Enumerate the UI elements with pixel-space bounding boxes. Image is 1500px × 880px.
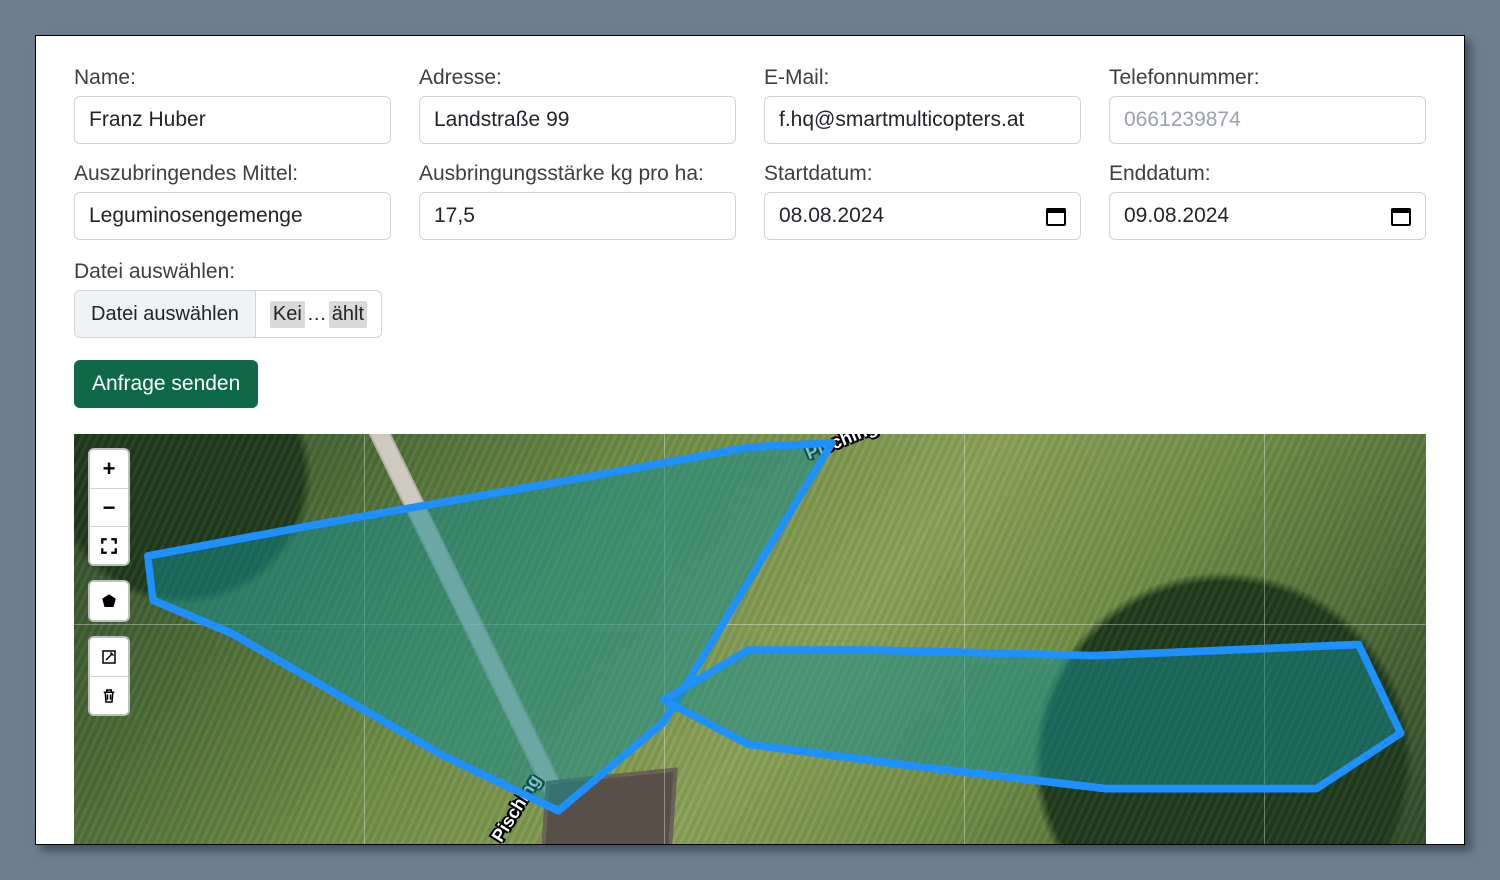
field-address: Adresse: bbox=[419, 66, 736, 144]
label-file: Datei auswählen: bbox=[74, 260, 1426, 284]
delete-button[interactable] bbox=[90, 676, 128, 714]
input-rate[interactable] bbox=[419, 192, 736, 240]
trash-icon bbox=[100, 687, 118, 705]
field-agent: Auszubringendes Mittel: bbox=[74, 162, 391, 240]
field-end-date: Enddatum: 09.08.2024 bbox=[1109, 162, 1426, 240]
label-start-date: Startdatum: bbox=[764, 162, 1081, 186]
minus-icon: − bbox=[103, 495, 116, 521]
label-email: E-Mail: bbox=[764, 66, 1081, 90]
form-card: Name: Adresse: E-Mail: Telefonnummer: Au… bbox=[35, 35, 1465, 845]
file-choose-button[interactable]: Datei auswählen bbox=[75, 291, 256, 337]
calendar-icon bbox=[1046, 206, 1066, 226]
label-address: Adresse: bbox=[419, 66, 736, 90]
input-end-date[interactable]: 09.08.2024 bbox=[1109, 192, 1426, 240]
field-start-date: Startdatum: 08.08.2024 bbox=[764, 162, 1081, 240]
polygon-draw-button[interactable] bbox=[90, 582, 128, 620]
draw-control-group bbox=[88, 580, 130, 622]
input-name[interactable] bbox=[74, 96, 391, 144]
submit-button[interactable]: Anfrage senden bbox=[74, 360, 258, 408]
label-rate: Ausbringungsstärke kg pro ha: bbox=[419, 162, 736, 186]
polygon-icon bbox=[100, 592, 118, 610]
form-grid: Name: Adresse: E-Mail: Telefonnummer: Au… bbox=[74, 66, 1426, 240]
input-phone[interactable] bbox=[1109, 96, 1426, 144]
start-date-text: 08.08.2024 bbox=[779, 204, 884, 228]
label-agent: Auszubringendes Mittel: bbox=[74, 162, 391, 186]
label-end-date: Enddatum: bbox=[1109, 162, 1426, 186]
plus-icon: + bbox=[103, 456, 116, 482]
fullscreen-button[interactable] bbox=[90, 526, 128, 564]
label-name: Name: bbox=[74, 66, 391, 90]
file-status-text: Kei…ählt bbox=[256, 291, 381, 337]
map-tiles bbox=[74, 434, 1426, 844]
zoom-out-button[interactable]: − bbox=[90, 488, 128, 526]
field-name: Name: bbox=[74, 66, 391, 144]
input-start-date[interactable]: 08.08.2024 bbox=[764, 192, 1081, 240]
calendar-icon bbox=[1391, 206, 1411, 226]
zoom-control-group: + − bbox=[88, 448, 130, 566]
input-agent[interactable] bbox=[74, 192, 391, 240]
map[interactable]: Pisching Pisching + − bbox=[74, 434, 1426, 844]
field-email: E-Mail: bbox=[764, 66, 1081, 144]
end-date-text: 09.08.2024 bbox=[1124, 204, 1229, 228]
edit-button[interactable] bbox=[90, 638, 128, 676]
input-email[interactable] bbox=[764, 96, 1081, 144]
field-rate: Ausbringungsstärke kg pro ha: bbox=[419, 162, 736, 240]
file-picker[interactable]: Datei auswählen Kei…ählt bbox=[74, 290, 382, 338]
edit-icon bbox=[100, 648, 118, 666]
input-address[interactable] bbox=[419, 96, 736, 144]
zoom-in-button[interactable]: + bbox=[90, 450, 128, 488]
fullscreen-icon bbox=[100, 537, 118, 555]
map-building bbox=[540, 767, 677, 844]
label-phone: Telefonnummer: bbox=[1109, 66, 1426, 90]
map-controls: + − bbox=[88, 448, 130, 716]
edit-control-group bbox=[88, 636, 130, 716]
field-phone: Telefonnummer: bbox=[1109, 66, 1426, 144]
field-file: Datei auswählen: Datei auswählen Kei…ähl… bbox=[74, 260, 1426, 338]
